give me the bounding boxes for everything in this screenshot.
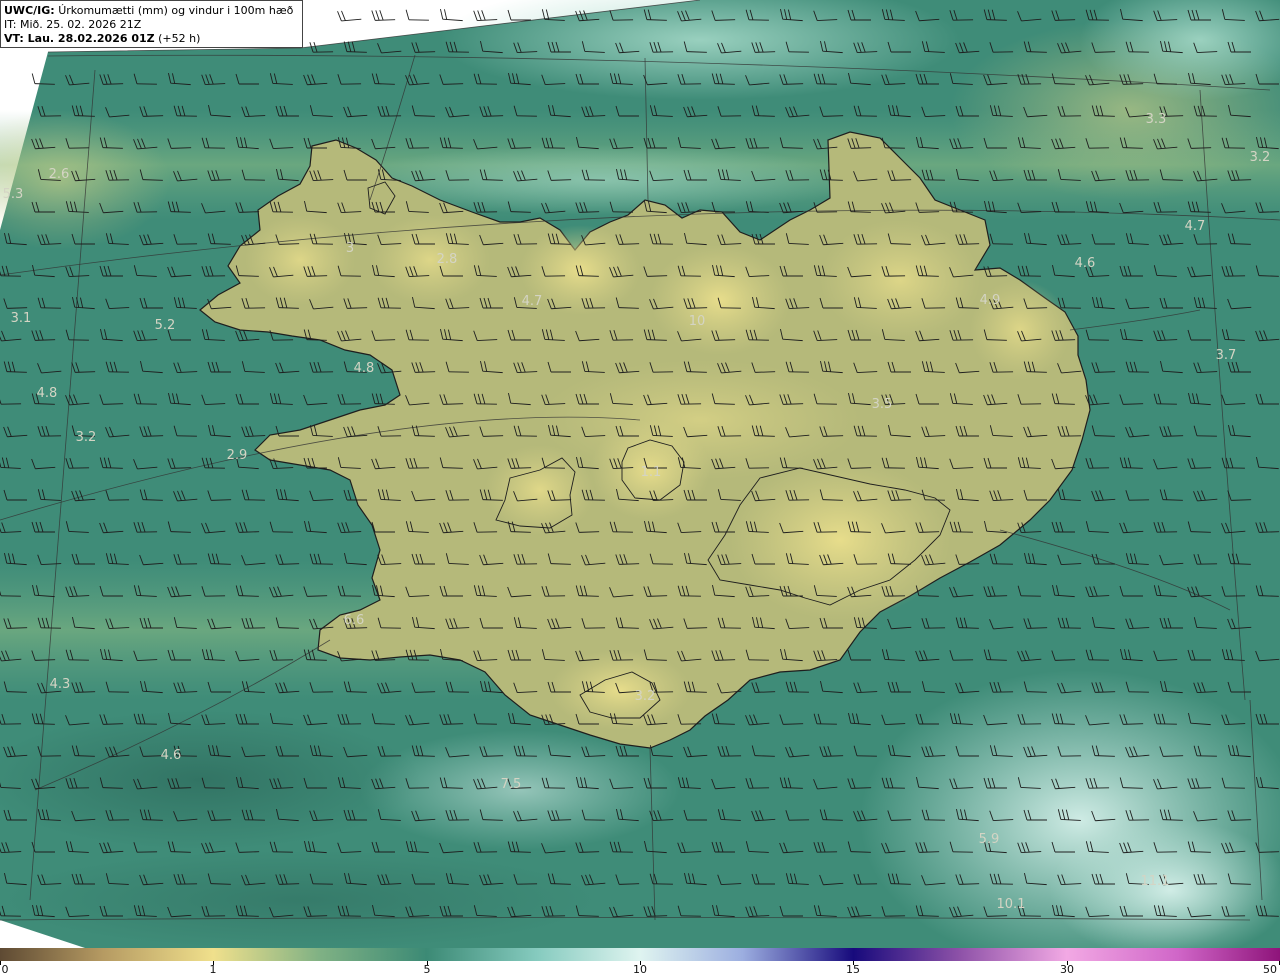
precip-value-label: 4.7 <box>1185 219 1206 234</box>
precip-value-label: 1.1 <box>641 465 662 480</box>
wind-barb <box>371 10 396 21</box>
precip-value-label: 3.2 <box>1250 150 1271 165</box>
colorbar-tick-label: 1 <box>209 963 217 976</box>
field-description: Úrkomumætti (mm) og vindur i 100m hæð <box>58 4 294 17</box>
precip-value-label: 3 <box>346 241 354 256</box>
map-info-box: UWC/IG: Úrkomumætti (mm) og vindur i 100… <box>0 0 303 48</box>
precip-value-label: 4.6 <box>1075 256 1096 271</box>
precip-value-label: 2.6 <box>49 167 70 182</box>
colorbar-tick-label: 30 <box>1060 963 1074 976</box>
precip-value-label: 4.8 <box>354 361 375 376</box>
precip-value-label: 3.3 <box>1146 112 1167 127</box>
colorbar: 0 1 5 10 15 30 50 <box>0 948 1280 978</box>
wind-barb <box>337 10 362 22</box>
precip-value-label: 10.1 <box>997 897 1026 912</box>
wind-barb-feather <box>405 9 410 20</box>
precip-value-label: 3.1 <box>11 311 32 326</box>
title-line: UWC/IG: Úrkomumætti (mm) og vindur i 100… <box>4 4 302 18</box>
precip-value-label: 4.8 <box>37 386 58 401</box>
wind-barb <box>405 9 429 21</box>
colorbar-tick-label: 15 <box>846 963 860 976</box>
precip-value-label: 4.9 <box>980 293 1001 308</box>
colorbar-tick-label: 0 <box>1 963 9 976</box>
colorbar-strip <box>0 948 1280 961</box>
precip-value-label: 2.8 <box>437 252 458 267</box>
wind-barb-feather <box>337 11 342 22</box>
precip-value-label: 5.9 <box>979 832 1000 847</box>
init-time: IT: Mið. 25. 02. 2026 21Z <box>4 18 142 31</box>
wind-barb-feather <box>371 10 376 21</box>
valid-time: VT: Lau. 28.02.2026 01Z <box>4 32 155 45</box>
model-name: UWC/IG: <box>4 4 55 17</box>
precip-value-label: 3.5 <box>872 397 893 412</box>
precip-value-label: 5.2 <box>155 318 176 333</box>
wind-barb-feather <box>440 8 444 20</box>
precip-value-label: 4.7 <box>522 294 543 309</box>
wind-barb-feather <box>379 10 384 21</box>
precip-value-label: 3.7 <box>1216 348 1237 363</box>
valid-time-line: VT: Lau. 28.02.2026 01Z (+52 h) <box>4 32 302 46</box>
precip-value-label: 6.6 <box>344 613 365 628</box>
precipitation-map: 2.6 5.3 3.1 5.2 4.8 3.2 2.9 4.8 2.8 4.7 3 10 3.5 4.9 4… <box>0 0 1280 948</box>
precip-value-label: 7.5 <box>501 777 522 792</box>
wind-barb-feather <box>375 10 380 21</box>
precip-value-label: 11.1 <box>1141 874 1170 889</box>
precip-value-label: 4.3 <box>50 677 71 692</box>
precip-value-label: 3.2 <box>635 689 656 704</box>
precip-value-label: 3.2 <box>76 430 97 445</box>
precip-value-label: 2.9 <box>227 448 248 463</box>
colorbar-tick-label: 5 <box>423 963 431 976</box>
precip-value-label: 5.3 <box>3 187 24 202</box>
forecast-hour: (+52 h) <box>158 32 201 45</box>
precip-value-label: 4.6 <box>161 748 182 763</box>
wind-barb-shaft <box>341 18 362 22</box>
wind-barb-feather <box>444 9 448 20</box>
wind-barb-feather <box>341 10 346 21</box>
colorbar-tick-label: 50 <box>1263 963 1277 976</box>
colorbar-tick-label: 10 <box>633 963 647 976</box>
wind-barb-shaft <box>375 19 396 21</box>
precip-value-label: 10 <box>689 314 706 329</box>
wind-barb-feather <box>31 73 36 84</box>
